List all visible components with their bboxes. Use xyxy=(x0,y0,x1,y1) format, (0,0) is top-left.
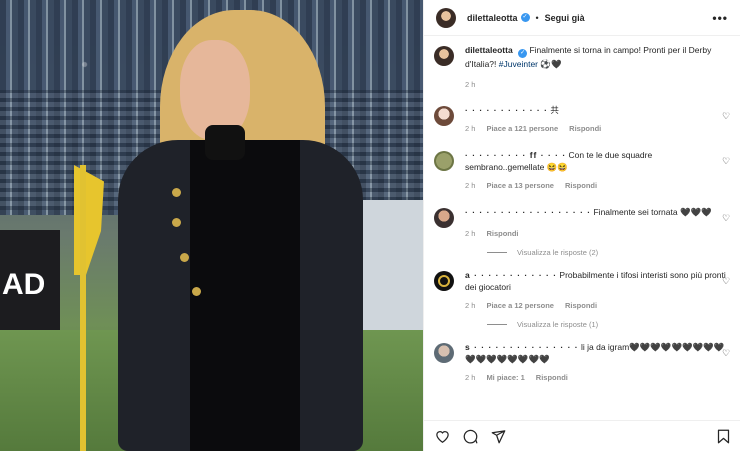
comment-item: s · · · · · · · · · · · · · · · li ja da… xyxy=(434,341,731,384)
caption-username[interactable]: dilettaleotta xyxy=(465,45,513,55)
more-options-icon[interactable]: ••• xyxy=(712,11,728,25)
corner-flag xyxy=(74,165,104,275)
comment-likes[interactable]: Piace a 121 persone xyxy=(486,123,558,135)
commenter-avatar[interactable] xyxy=(434,151,454,171)
reply-button[interactable]: Rispondi xyxy=(565,300,597,312)
comment-username[interactable]: · · · · · · · · · ff · · · · xyxy=(465,150,566,160)
comment-time: 2 h xyxy=(465,181,476,190)
comment-likes[interactable]: Piace a 13 persone xyxy=(486,180,554,192)
woman-turtleneck xyxy=(205,125,245,160)
separator-dot: • xyxy=(535,12,539,23)
replies-divider xyxy=(487,252,507,253)
comment-username[interactable]: · · · · · · · · · · · · xyxy=(465,105,548,115)
woman-top xyxy=(190,140,300,451)
caption-time: 2 h xyxy=(465,80,476,89)
inter-logo-icon[interactable] xyxy=(434,271,454,291)
heart-icon[interactable] xyxy=(434,428,450,444)
reply-button[interactable]: Rispondi xyxy=(569,123,601,135)
comment-username[interactable]: · · · · · · · · · · · · · · · · · · xyxy=(465,207,591,217)
caption-hashtag[interactable]: #Juveinter xyxy=(499,59,538,69)
profile-avatar[interactable] xyxy=(436,7,456,28)
corner-flag-pole xyxy=(80,165,86,451)
share-icon[interactable] xyxy=(490,428,506,444)
comment-time: 2 h xyxy=(465,373,476,382)
comment-time: 2 h xyxy=(465,229,476,238)
post-photo[interactable]: AD xyxy=(0,0,423,451)
verified-badge-icon: ✓ xyxy=(518,49,528,58)
comment-likes[interactable]: Piace a 12 persone xyxy=(486,300,554,312)
comment-item: · · · · · · · · · · · · · · · · · · Fina… xyxy=(434,206,731,240)
commenter-avatar[interactable] xyxy=(434,343,454,363)
comment-username[interactable]: a · · · · · · · · · · · · xyxy=(465,270,557,280)
jacket-button xyxy=(172,218,181,227)
heart-icon[interactable]: ♡ xyxy=(722,349,731,358)
heart-icon[interactable]: ♡ xyxy=(722,112,731,121)
comment-likes[interactable]: Mi piace: 1 xyxy=(486,372,524,384)
commenter-avatar[interactable] xyxy=(434,106,454,126)
view-replies-label[interactable]: Visualizza le risposte (2) xyxy=(517,248,598,257)
comment-item: a · · · · · · · · · · · · Probabilmente … xyxy=(434,269,731,312)
reply-button[interactable]: Rispondi xyxy=(486,228,518,240)
comment-item: · · · · · · · · · ff · · · · Con te le d… xyxy=(434,149,731,192)
bookmark-icon[interactable] xyxy=(715,428,731,444)
replies-divider xyxy=(487,324,507,325)
reply-button[interactable]: Rispondi xyxy=(565,180,597,192)
comments-list[interactable]: dilettaleotta ✓ Finalmente si torna in c… xyxy=(424,44,740,416)
reply-button[interactable]: Rispondi xyxy=(536,372,568,384)
caption-emoji: ⚽️🖤 xyxy=(540,59,562,69)
caption-avatar[interactable] xyxy=(434,46,454,66)
post-panel: dilettaleotta ✓ • Segui già ••• dilettal… xyxy=(423,0,740,451)
view-replies[interactable]: Visualizza le risposte (2) xyxy=(487,248,731,257)
heart-icon[interactable]: ♡ xyxy=(722,214,731,223)
view-replies-label[interactable]: Visualizza le risposte (1) xyxy=(517,320,598,329)
comment-username[interactable]: s · · · · · · · · · · · · · · · xyxy=(465,342,579,352)
follow-button[interactable]: Segui già xyxy=(545,13,585,23)
heart-icon[interactable]: ♡ xyxy=(722,157,731,166)
comment-text: Finalmente sei tornata 🖤🖤🖤 xyxy=(593,207,712,217)
stadium-board-text: AD xyxy=(2,268,46,301)
heart-icon[interactable]: ♡ xyxy=(722,277,731,286)
jacket-button xyxy=(180,253,189,262)
commenter-avatar[interactable] xyxy=(434,208,454,228)
post-caption: dilettaleotta ✓ Finalmente si torna in c… xyxy=(434,44,731,91)
jacket-button xyxy=(192,287,201,296)
comment-time: 2 h xyxy=(465,124,476,133)
view-replies[interactable]: Visualizza le risposte (1) xyxy=(487,320,731,329)
comment-time: 2 h xyxy=(465,301,476,310)
comment-text: 共 xyxy=(550,105,559,115)
verified-badge-icon: ✓ xyxy=(520,13,530,22)
jacket-button xyxy=(172,188,181,197)
comment-icon[interactable] xyxy=(462,428,478,444)
header-username[interactable]: dilettaleotta xyxy=(467,13,518,23)
comment-item: · · · · · · · · · · · · 共 2 h Piace a 12… xyxy=(434,104,731,135)
post-header: dilettaleotta ✓ • Segui già ••• xyxy=(424,0,740,36)
post-actions-bar xyxy=(424,420,740,451)
